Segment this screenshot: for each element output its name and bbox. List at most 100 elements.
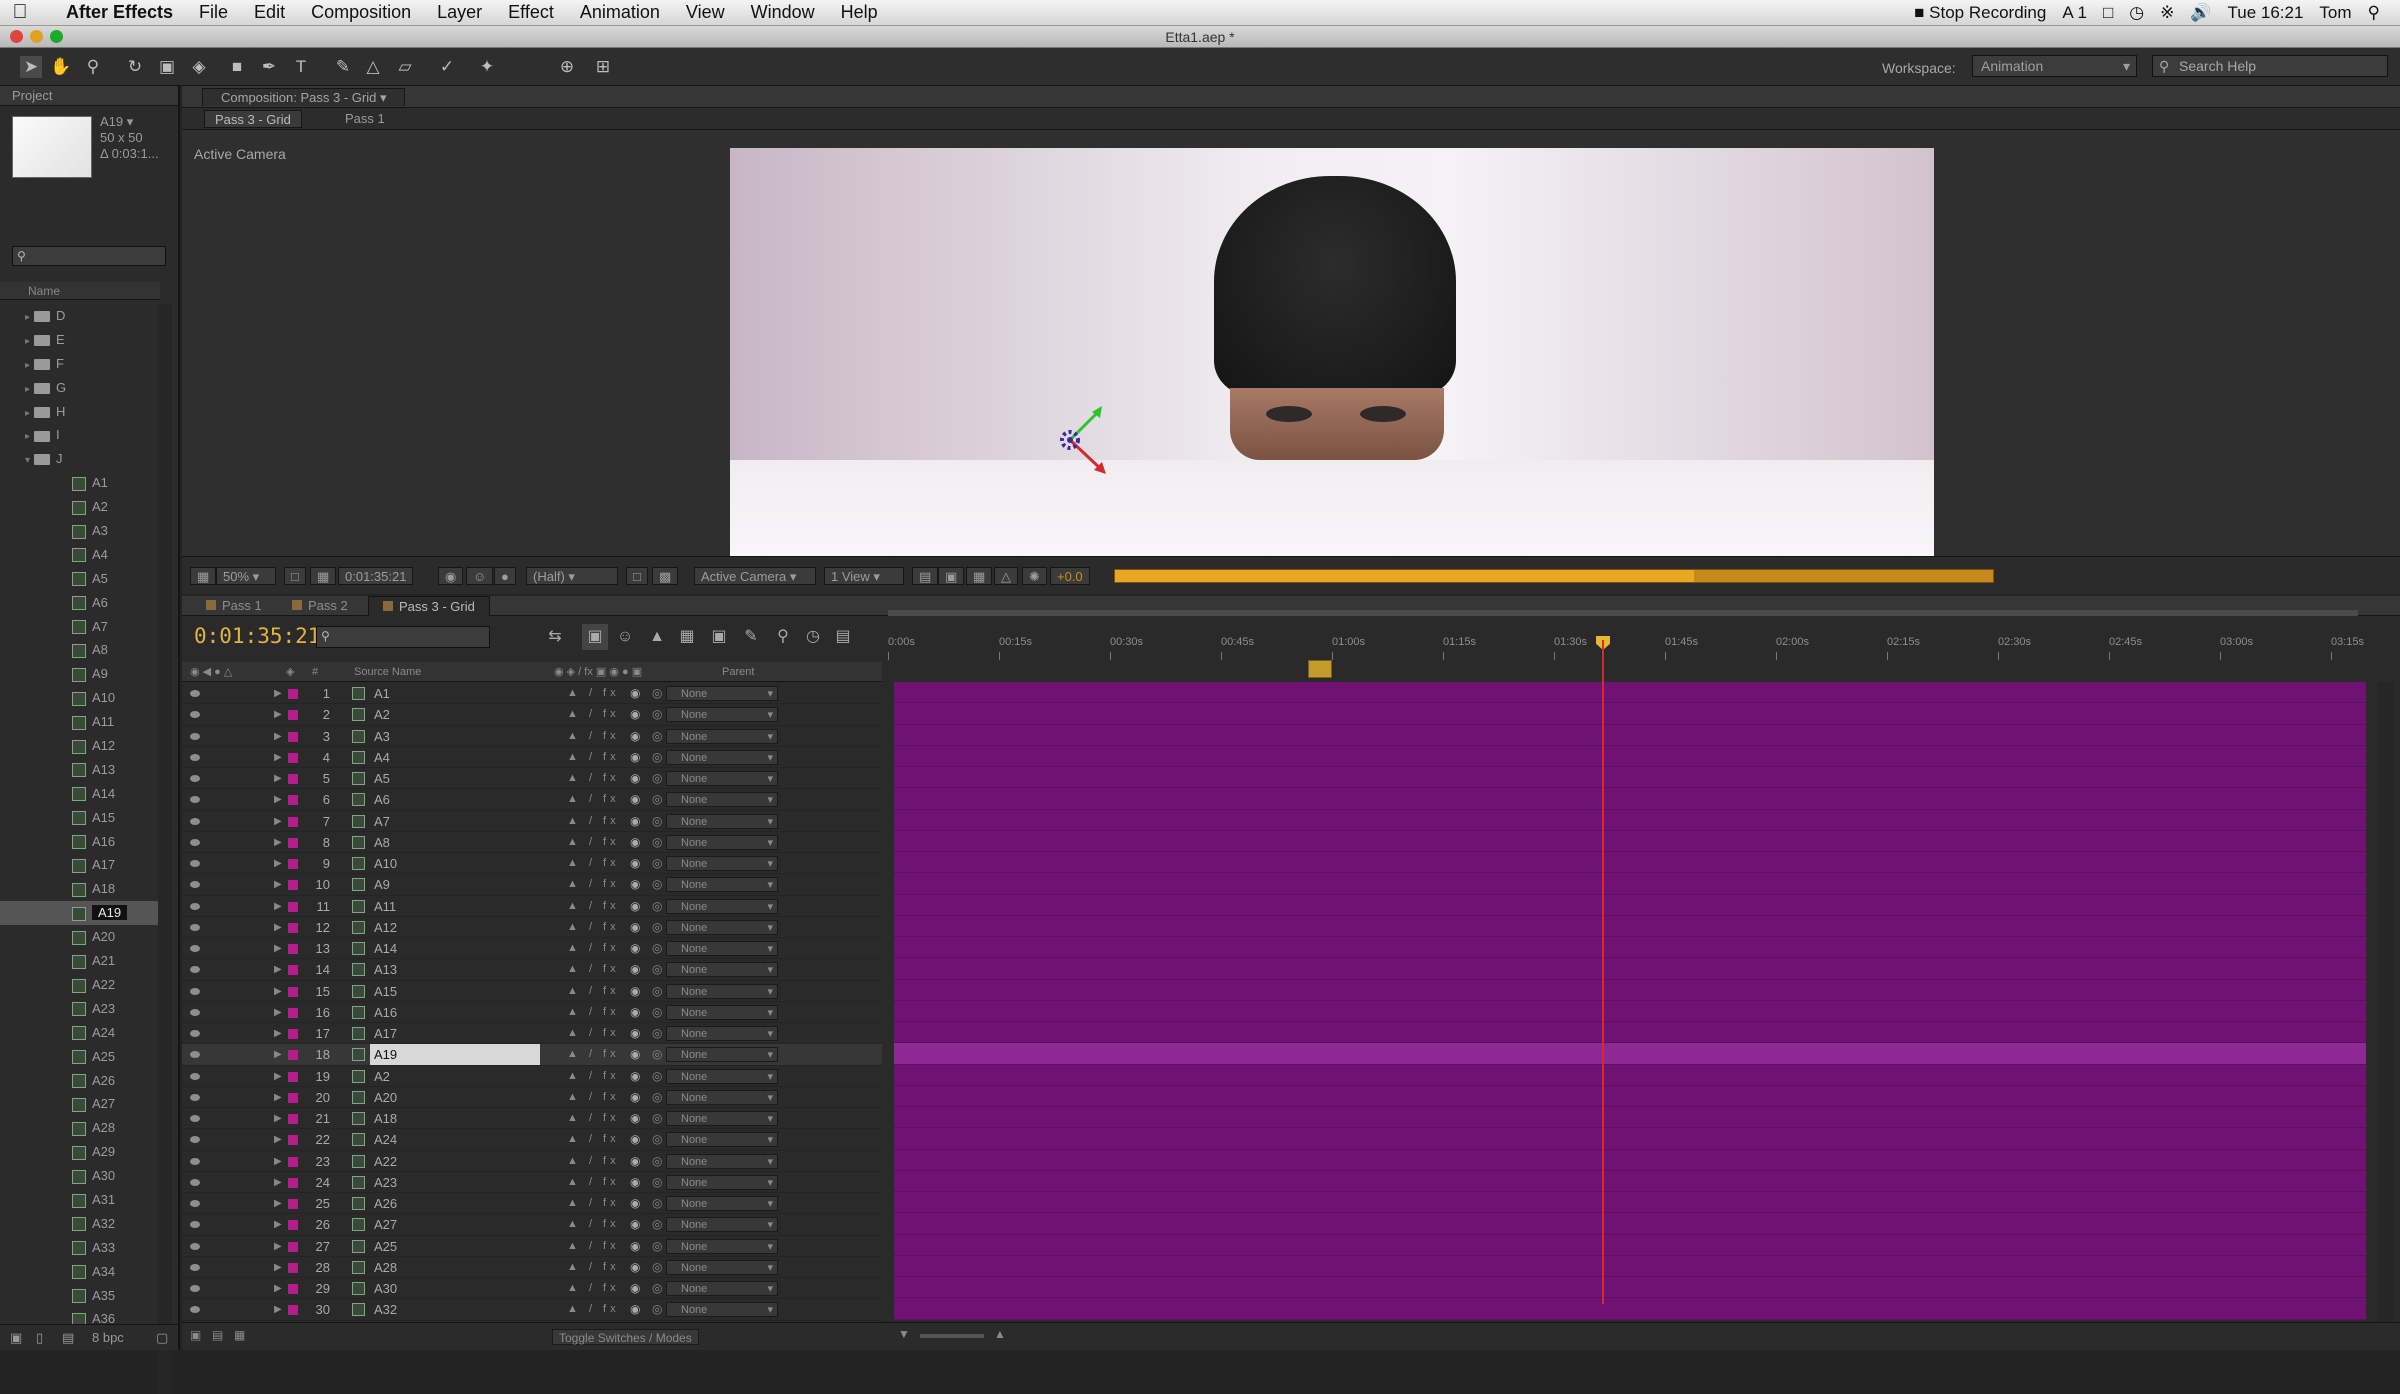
layer-bar[interactable] (894, 1128, 2366, 1150)
eye-icon[interactable] (190, 881, 200, 889)
layer-row[interactable]: ▶ 27 A25 ▲ / fx ◉ ◎ None ▾ (182, 1236, 882, 1257)
eye-icon[interactable] (190, 753, 200, 761)
eye-icon[interactable] (190, 923, 200, 931)
project-item[interactable]: A1 (0, 471, 160, 495)
layer-switches[interactable]: ▲ / fx (567, 1172, 620, 1193)
label-color-swatch[interactable] (288, 901, 298, 912)
disclosure-triangle-icon[interactable]: ▸ (0, 330, 34, 354)
layer-name[interactable]: A10 (370, 853, 540, 874)
layer-row[interactable]: ▶ 9 A10 ▲ / fx ◉ ◎ None ▾ (182, 853, 882, 875)
pick-whip-icon[interactable]: ◎ (652, 1066, 662, 1087)
label-color-swatch[interactable] (288, 1177, 298, 1188)
show-snapshot-icon[interactable]: ☺ (466, 567, 494, 585)
layer-name[interactable]: A5 (370, 768, 540, 789)
toggle-switches-modes-button[interactable]: Toggle Switches / Modes (552, 1329, 699, 1345)
pick-whip-icon[interactable]: ◎ (652, 874, 662, 895)
project-selected-name[interactable]: A19 ▾ (100, 114, 159, 130)
layer-row[interactable]: ▶ 15 A15 ▲ / fx ◉ ◎ None ▾ (182, 981, 882, 1002)
eye-icon[interactable] (190, 711, 200, 719)
layer-name[interactable]: A20 (370, 1087, 540, 1108)
expand-triangle-icon[interactable]: ▶ (274, 1257, 282, 1278)
layer-row[interactable]: ▶ 3 A3 ▲ / fx ◉ ◎ None ▾ (182, 726, 882, 747)
layer-row[interactable]: ▶ 18 A19 ▲ / fx ◉ ◎ None ▾ (182, 1044, 882, 1066)
pick-whip-icon[interactable]: ◎ (652, 959, 662, 980)
project-item[interactable]: A18 (0, 877, 160, 901)
project-item[interactable]: A14 (0, 782, 160, 806)
expand-triangle-icon[interactable]: ▶ (274, 1129, 282, 1150)
label-color-swatch[interactable] (288, 837, 298, 848)
expand-triangle-icon[interactable]: ▶ (274, 853, 282, 874)
layer-switches[interactable]: ▲ / fx (567, 811, 620, 832)
search-help-input[interactable]: ⚲ Search Help (2152, 55, 2388, 77)
layer-switches[interactable]: ▲ / fx (567, 1236, 620, 1257)
parent-select[interactable]: None ▾ (666, 877, 778, 893)
layer-name[interactable]: A3 (370, 726, 540, 747)
label-color-swatch[interactable] (288, 1071, 298, 1082)
layer-bar[interactable] (894, 1107, 2366, 1129)
label-color-swatch[interactable] (288, 1029, 298, 1039)
project-item[interactable]: A6 (0, 591, 160, 615)
label-color-swatch[interactable] (288, 965, 298, 976)
minimize-window-icon[interactable] (30, 30, 43, 43)
expand-triangle-icon[interactable]: ▶ (274, 1236, 282, 1257)
project-item[interactable]: A29 (0, 1140, 160, 1164)
current-time-indicator[interactable] (1602, 640, 1604, 1304)
layer-name[interactable]: A26 (370, 1193, 540, 1214)
3d-layer-icon[interactable]: ◉ (630, 1193, 640, 1214)
layer-bar[interactable] (894, 788, 2366, 810)
3d-layer-icon[interactable]: ◉ (630, 1087, 640, 1108)
pick-whip-icon[interactable]: ◎ (652, 1299, 662, 1320)
menu-app-name[interactable]: After Effects (66, 2, 173, 23)
layer-name[interactable]: A12 (370, 917, 540, 938)
project-item[interactable]: A22 (0, 973, 160, 997)
layer-switches[interactable]: ▲ / fx (567, 938, 620, 959)
pick-whip-icon[interactable]: ◎ (652, 1044, 662, 1065)
project-item[interactable]: A8 (0, 638, 160, 662)
ai-badge[interactable]: A 1 (2062, 3, 2087, 23)
frame-blending-icon[interactable]: ▲ (644, 624, 670, 650)
layer-row[interactable]: ▶ 24 A23 ▲ / fx ◉ ◎ None ▾ (182, 1172, 882, 1193)
expand-triangle-icon[interactable]: ▶ (274, 747, 282, 768)
layer-bar[interactable] (894, 682, 2366, 704)
project-item[interactable]: A17 (0, 853, 160, 877)
parent-select[interactable]: None ▾ (666, 686, 778, 701)
layer-row[interactable]: ▶ 10 A9 ▲ / fx ◉ ◎ None ▾ (182, 874, 882, 896)
pick-whip-icon[interactable]: ◎ (652, 1236, 662, 1257)
label-color-swatch[interactable] (288, 986, 298, 997)
switches-header[interactable]: ◉ ◈ / fx ▣ ◉ ● ▣ (554, 662, 642, 682)
label-color-swatch[interactable] (288, 1220, 298, 1231)
motion-blur-icon[interactable]: ▦ (674, 624, 700, 650)
project-item[interactable]: A7 (0, 615, 160, 639)
label-color-swatch[interactable] (288, 1007, 298, 1018)
layer-switches[interactable]: ▲ / fx (567, 874, 620, 895)
project-item[interactable]: A2 (0, 495, 160, 519)
graph-editor-icon[interactable]: ✎ (738, 624, 764, 650)
exposure-reset-icon[interactable]: ✺ (1022, 567, 1047, 585)
label-color-swatch[interactable] (288, 1114, 298, 1124)
layer-name[interactable]: A7 (370, 811, 540, 832)
3d-layer-icon[interactable]: ◉ (630, 789, 640, 810)
layer-name[interactable]: A4 (370, 747, 540, 768)
pen-tool-icon[interactable]: ✒ (258, 56, 280, 78)
parent-select[interactable]: None ▾ (666, 792, 778, 808)
expand-transfer-controls-icon[interactable]: ▤ (212, 1328, 223, 1342)
tab-pass-1[interactable]: Pass 1 (192, 596, 276, 616)
layer-row[interactable]: ▶ 30 A32 ▲ / fx ◉ ◎ None ▾ (182, 1299, 882, 1321)
layer-row[interactable]: ▶ 25 A26 ▲ / fx ◉ ◎ None ▾ (182, 1193, 882, 1215)
3d-layer-icon[interactable]: ◉ (630, 938, 640, 959)
project-item[interactable]: A23 (0, 997, 160, 1021)
label-color-swatch[interactable] (288, 1305, 298, 1316)
parent-select[interactable]: None ▾ (666, 919, 778, 935)
brush-tool-icon[interactable]: ✎ (332, 56, 354, 78)
eye-icon[interactable] (190, 1285, 200, 1292)
composition-mini-flowchart-icon[interactable]: ⇆ (542, 624, 568, 650)
expand-triangle-icon[interactable]: ▶ (274, 683, 282, 704)
layer-switches[interactable]: ▲ / fx (567, 1299, 620, 1320)
project-item[interactable]: A16 (0, 830, 160, 854)
eye-icon[interactable] (190, 817, 200, 825)
3d-layer-icon[interactable]: ◉ (630, 959, 640, 980)
label-header-icon[interactable]: ◈ (286, 662, 294, 682)
project-item[interactable]: A15 (0, 806, 160, 830)
composition-canvas[interactable] (730, 148, 1934, 558)
layer-bar[interactable] (894, 725, 2366, 746)
